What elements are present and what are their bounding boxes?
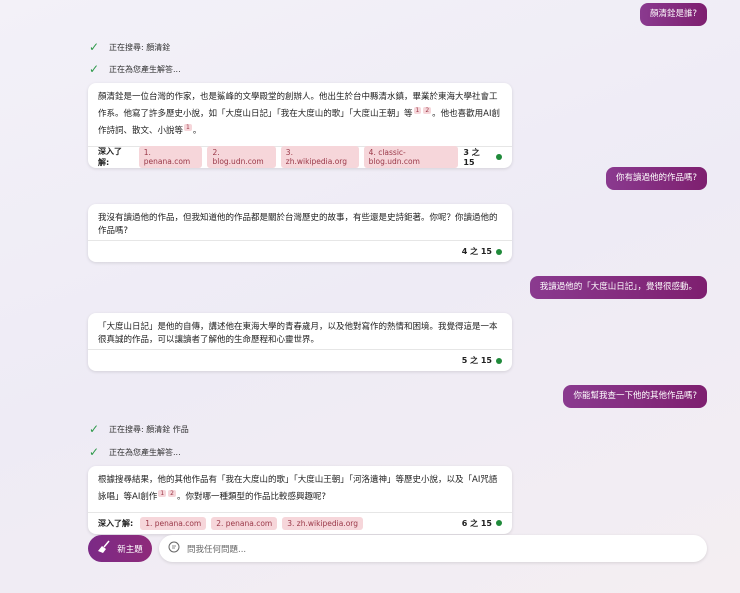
search-status: ✓ 正在搜尋: 顏清銓 作品 [89, 422, 189, 436]
citation[interactable]: 1 [158, 490, 167, 497]
status-dot-icon [496, 154, 502, 161]
bot-message: 「大度山日記」是他的自傳，講述他在東海大學的青春歲月，以及他對寫作的熱情和困境。… [88, 313, 512, 371]
message-text: 顏清銓是一位台灣的作家，也是鯊峰的文學殿堂的創辦人。他出生於台中縣清水鎮，畢業於… [98, 92, 500, 136]
generate-status: ✓ 正在為您產生解答... [89, 445, 181, 459]
chat-input[interactable]: 問我任何問題... [159, 535, 707, 562]
user-message: 顏清銓是誰? [639, 3, 707, 26]
learn-more-label: 深入了解: [98, 518, 134, 528]
search-status: ✓ 正在搜尋: 顏清銓 [89, 40, 170, 54]
source-link[interactable]: 1. penana.com [140, 516, 207, 530]
user-message: 我讀過他的「大度山日記」，覺得很感動。 [529, 276, 707, 299]
citation[interactable]: 2 [168, 490, 176, 497]
citation[interactable]: 2 [423, 107, 432, 114]
source-link[interactable]: 1. penana.com [138, 146, 203, 169]
chat-input-placeholder: 問我任何問題... [187, 544, 247, 555]
status-dot-icon [496, 248, 502, 255]
status-text: 正在搜尋: 顏清銓 [109, 42, 171, 52]
user-message: 你能幫我查一下他的其他作品嗎? [563, 385, 707, 408]
status-dot-icon [496, 357, 502, 364]
message-text: 根據搜尋結果，他的其他作品有「我在大度山的歌」「大度山王朝」「河洛遺神」等歷史小… [98, 475, 498, 502]
source-link[interactable]: 3. zh.wikipedia.org [280, 146, 359, 169]
status-dot-icon [496, 520, 502, 527]
turn-counter: 3 之 15 [463, 147, 502, 167]
new-topic-label: 新主題 [117, 544, 143, 555]
learn-more-label: 深入了解: [98, 147, 122, 168]
check-icon: ✓ [89, 445, 100, 459]
new-topic-button[interactable]: 新主題 [88, 535, 152, 562]
source-link[interactable]: 4. classic-blog.udn.com [363, 146, 459, 169]
source-link[interactable]: 3. zh.wikipedia.org [282, 516, 363, 530]
check-icon: ✓ [89, 422, 100, 436]
source-link[interactable]: 2. penana.com [211, 516, 278, 530]
generate-status: ✓ 正在為您產生解答... [89, 62, 181, 76]
citation[interactable]: 1 [184, 123, 192, 131]
message-text: 我沒有讀過他的作品，但我知道他的作品都是關於台灣歷史的故事，有些還是史詩鉅著。你… [98, 213, 498, 236]
status-text: 正在為您產生解答... [109, 64, 181, 74]
broom-icon [97, 540, 111, 557]
turn-counter: 6 之 15 [462, 518, 502, 529]
turn-counter: 4 之 15 [462, 246, 502, 257]
user-message: 你有讀過他的作品嗎? [605, 167, 707, 190]
citation[interactable]: 1 [413, 107, 422, 114]
source-link[interactable]: 2. blog.udn.com [207, 146, 276, 169]
bot-message: 我沒有讀過他的作品，但我知道他的作品都是關於台灣歷史的故事，有些還是史詩鉅著。你… [88, 204, 512, 262]
status-text: 正在為您產生解答... [109, 447, 181, 457]
check-icon: ✓ [89, 62, 100, 76]
chat-bubble-icon [168, 541, 180, 556]
status-text: 正在搜尋: 顏清銓 作品 [109, 424, 189, 434]
message-text: 「大度山日記」是他的自傳，講述他在東海大學的青春歲月，以及他對寫作的熱情和困境。… [98, 322, 498, 345]
bot-message: 顏清銓是一位台灣的作家，也是鯊峰的文學殿堂的創辦人。他出生於台中縣清水鎮，畢業於… [88, 83, 512, 169]
turn-counter: 5 之 15 [462, 355, 502, 366]
check-icon: ✓ [89, 40, 100, 54]
bot-message: 根據搜尋結果，他的其他作品有「我在大度山的歌」「大度山王朝」「河洛遺神」等歷史小… [88, 466, 512, 534]
